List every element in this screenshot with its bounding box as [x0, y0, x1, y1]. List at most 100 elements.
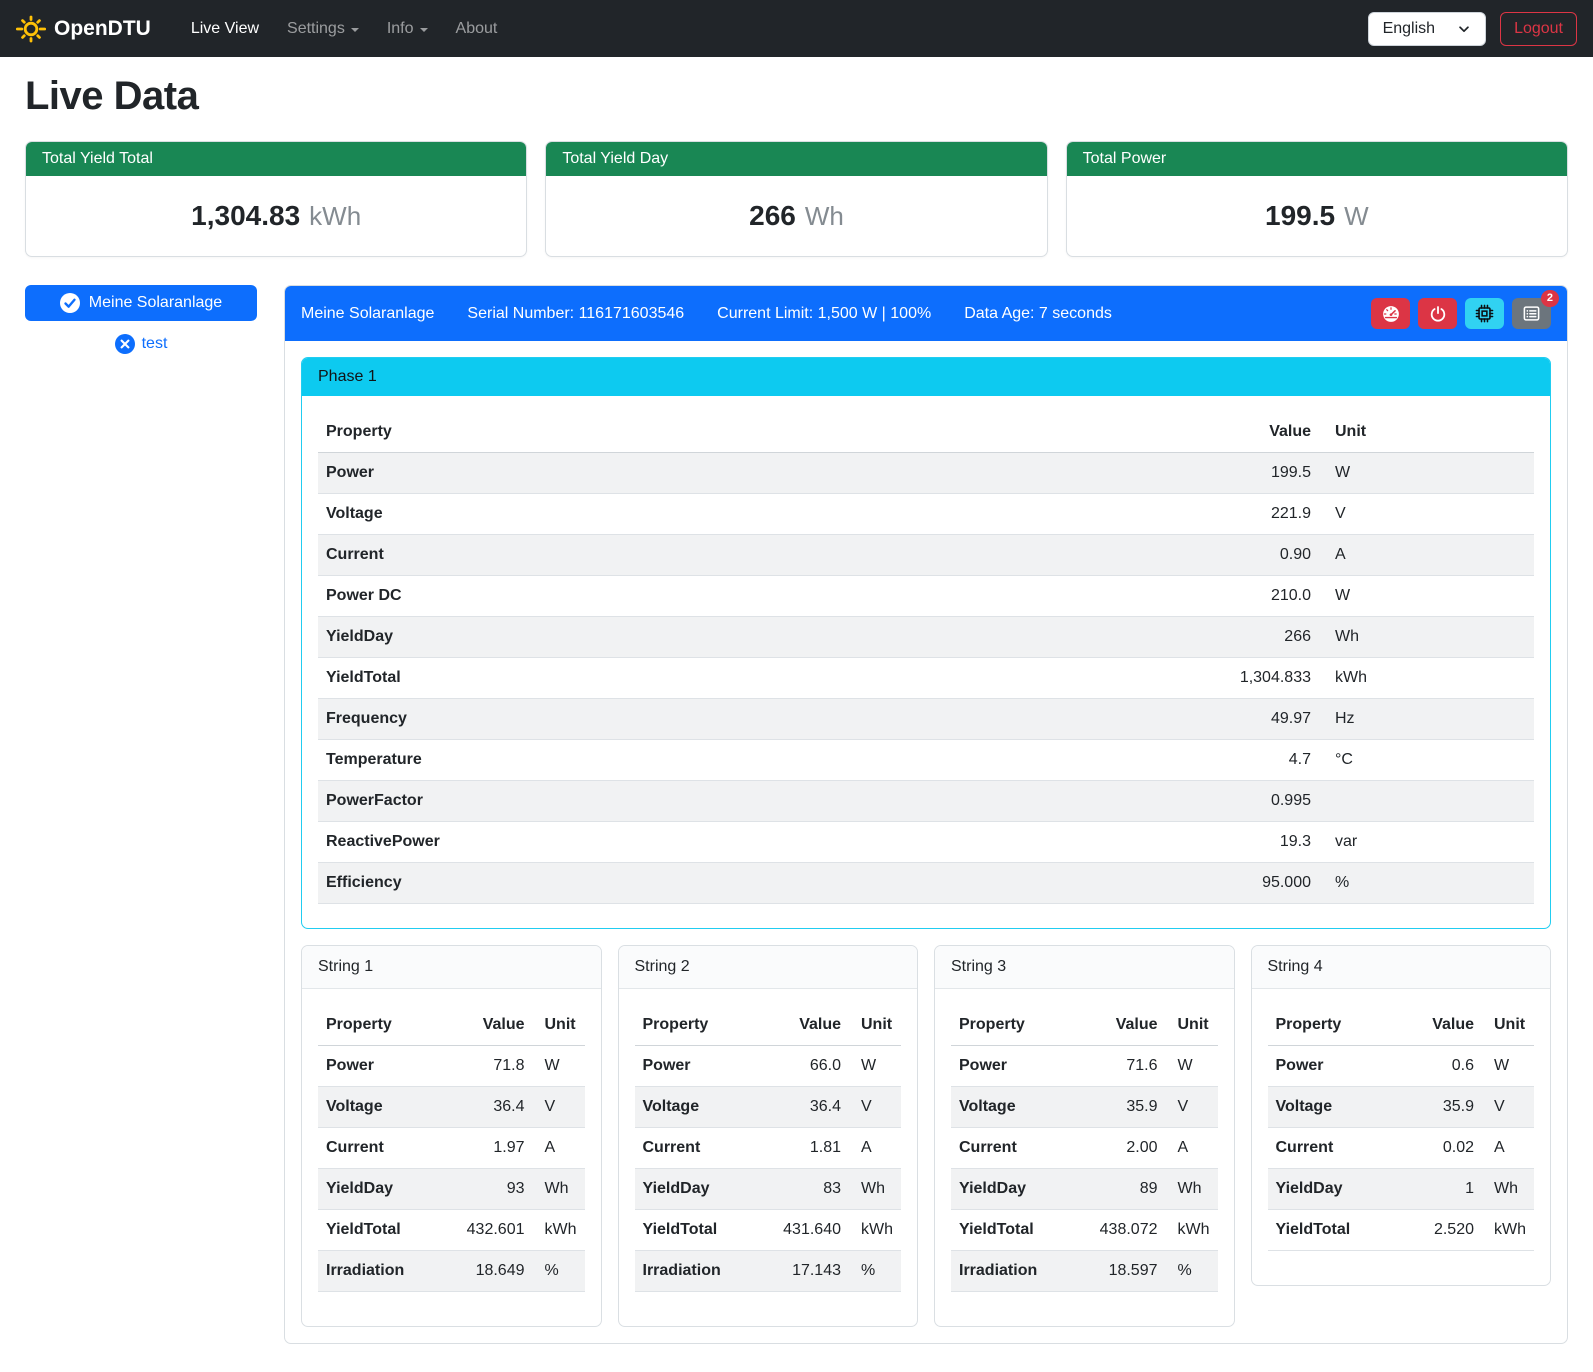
value-cell: 431.640: [765, 1210, 849, 1251]
unit-cell: Wh: [533, 1169, 585, 1210]
column-header-unit: Unit: [1482, 1005, 1534, 1046]
column-header-unit: Unit: [849, 1005, 901, 1046]
column-header-unit: Unit: [1166, 1005, 1218, 1046]
check-circle-icon: [60, 293, 80, 313]
nav-item-info[interactable]: Info: [375, 12, 440, 46]
brand[interactable]: OpenDTU: [16, 14, 151, 44]
inverter-data-age: Data Age: 7 seconds: [964, 305, 1112, 323]
event-log-button[interactable]: 2: [1512, 298, 1551, 329]
summary-card-value: 266: [749, 200, 796, 231]
caret-down-icon: [351, 28, 359, 32]
sidebar-item-label: test: [142, 335, 168, 353]
table-row: YieldTotal431.640kWh: [635, 1210, 902, 1251]
table-row: YieldTotal2.520kWh: [1268, 1210, 1535, 1251]
value-cell: 49.97: [1209, 699, 1319, 740]
sun-icon: [16, 14, 46, 44]
summary-card-unit: Wh: [805, 201, 844, 231]
value-cell: 438.072: [1082, 1210, 1166, 1251]
property-cell: YieldDay: [318, 617, 1209, 658]
table-row: Irradiation18.649%: [318, 1251, 585, 1292]
string-card-4: String 4 Property Value Unit: [1251, 945, 1552, 1286]
table-row: YieldDay1Wh: [1268, 1169, 1535, 1210]
inverter-sidebar: Meine Solaranlage test: [25, 285, 257, 354]
string-title: String 2: [619, 946, 918, 989]
table-row: Current0.02A: [1268, 1128, 1535, 1169]
summary-card-title: Total Yield Day: [546, 142, 1046, 176]
logout-button[interactable]: Logout: [1500, 12, 1577, 46]
value-cell: 2.520: [1398, 1210, 1482, 1251]
unit-cell: Hz: [1319, 699, 1534, 740]
string-table: Property Value Unit Power71.8WVoltage36.…: [318, 1005, 585, 1292]
sidebar-item-label: Meine Solaranlage: [89, 294, 222, 312]
value-cell: 266: [1209, 617, 1319, 658]
property-cell: Current: [318, 535, 1209, 576]
value-cell: 1,304.833: [1209, 658, 1319, 699]
inverter-header: Meine Solaranlage Serial Number: 1161716…: [285, 286, 1567, 341]
unit-cell: W: [849, 1046, 901, 1087]
nav-item-about[interactable]: About: [444, 12, 510, 46]
nav-item-live-view[interactable]: Live View: [179, 12, 271, 46]
table-row: YieldTotal1,304.833kWh: [318, 658, 1534, 699]
value-cell: 1.97: [449, 1128, 533, 1169]
chevron-down-icon: [1457, 22, 1471, 36]
table-row: Voltage36.4V: [635, 1087, 902, 1128]
table-row: YieldDay93Wh: [318, 1169, 585, 1210]
value-cell: 35.9: [1082, 1087, 1166, 1128]
limit-settings-button[interactable]: [1371, 298, 1410, 329]
column-header-value: Value: [1209, 412, 1319, 453]
unit-cell: %: [1166, 1251, 1218, 1292]
inverter-name: Meine Solaranlage: [301, 305, 434, 323]
table-row: Power DC210.0W: [318, 576, 1534, 617]
unit-cell: [1319, 781, 1534, 822]
string-table: Property Value Unit Power0.6WVoltage35.9…: [1268, 1005, 1535, 1251]
inverter-limit: Current Limit: 1,500 W | 100%: [717, 305, 931, 323]
device-info-button[interactable]: [1465, 298, 1504, 329]
value-cell: 0.02: [1398, 1128, 1482, 1169]
column-header-property: Property: [951, 1005, 1082, 1046]
property-cell: Voltage: [1268, 1087, 1399, 1128]
property-cell: YieldTotal: [318, 658, 1209, 699]
unit-cell: W: [1482, 1046, 1534, 1087]
table-row: Voltage221.9V: [318, 494, 1534, 535]
unit-cell: %: [1319, 863, 1534, 904]
unit-cell: kWh: [849, 1210, 901, 1251]
property-cell: Temperature: [318, 740, 1209, 781]
property-cell: YieldDay: [318, 1169, 449, 1210]
table-row: Power0.6W: [1268, 1046, 1535, 1087]
summary-card-title: Total Power: [1067, 142, 1567, 176]
property-cell: Voltage: [318, 1087, 449, 1128]
phase-table: Property Value Unit Power199.5WVoltage22…: [318, 412, 1534, 904]
power-control-button[interactable]: [1418, 298, 1457, 329]
table-row: Voltage35.9V: [951, 1087, 1218, 1128]
unit-cell: Wh: [1482, 1169, 1534, 1210]
language-select[interactable]: English: [1368, 12, 1486, 46]
table-row: ReactivePower19.3var: [318, 822, 1534, 863]
value-cell: 71.6: [1082, 1046, 1166, 1087]
string-table: Property Value Unit Power71.6WVoltage35.…: [951, 1005, 1218, 1292]
brand-label: OpenDTU: [54, 17, 151, 41]
unit-cell: A: [849, 1128, 901, 1169]
string-title: String 4: [1252, 946, 1551, 989]
sidebar-item-test[interactable]: test: [25, 334, 257, 354]
property-cell: Frequency: [318, 699, 1209, 740]
unit-cell: V: [1319, 494, 1534, 535]
value-cell: 36.4: [765, 1087, 849, 1128]
phase-card: Phase 1 Property Value Unit Power199.5WV…: [301, 357, 1551, 929]
inverter-card: Meine Solaranlage Serial Number: 1161716…: [284, 285, 1568, 1344]
property-cell: Efficiency: [318, 863, 1209, 904]
column-header-property: Property: [318, 1005, 449, 1046]
column-header-property: Property: [318, 412, 1209, 453]
phase-title: Phase 1: [302, 358, 1550, 396]
table-row: PowerFactor0.995: [318, 781, 1534, 822]
nav-item-settings[interactable]: Settings: [275, 12, 371, 46]
unit-cell: A: [1319, 535, 1534, 576]
table-row: YieldTotal432.601kWh: [318, 1210, 585, 1251]
table-row: Irradiation18.597%: [951, 1251, 1218, 1292]
unit-cell: V: [533, 1087, 585, 1128]
property-cell: Voltage: [635, 1087, 766, 1128]
unit-cell: A: [1482, 1128, 1534, 1169]
value-cell: 95.000: [1209, 863, 1319, 904]
value-cell: 66.0: [765, 1046, 849, 1087]
sidebar-item-meine-solaranlage[interactable]: Meine Solaranlage: [25, 285, 257, 321]
value-cell: 17.143: [765, 1251, 849, 1292]
